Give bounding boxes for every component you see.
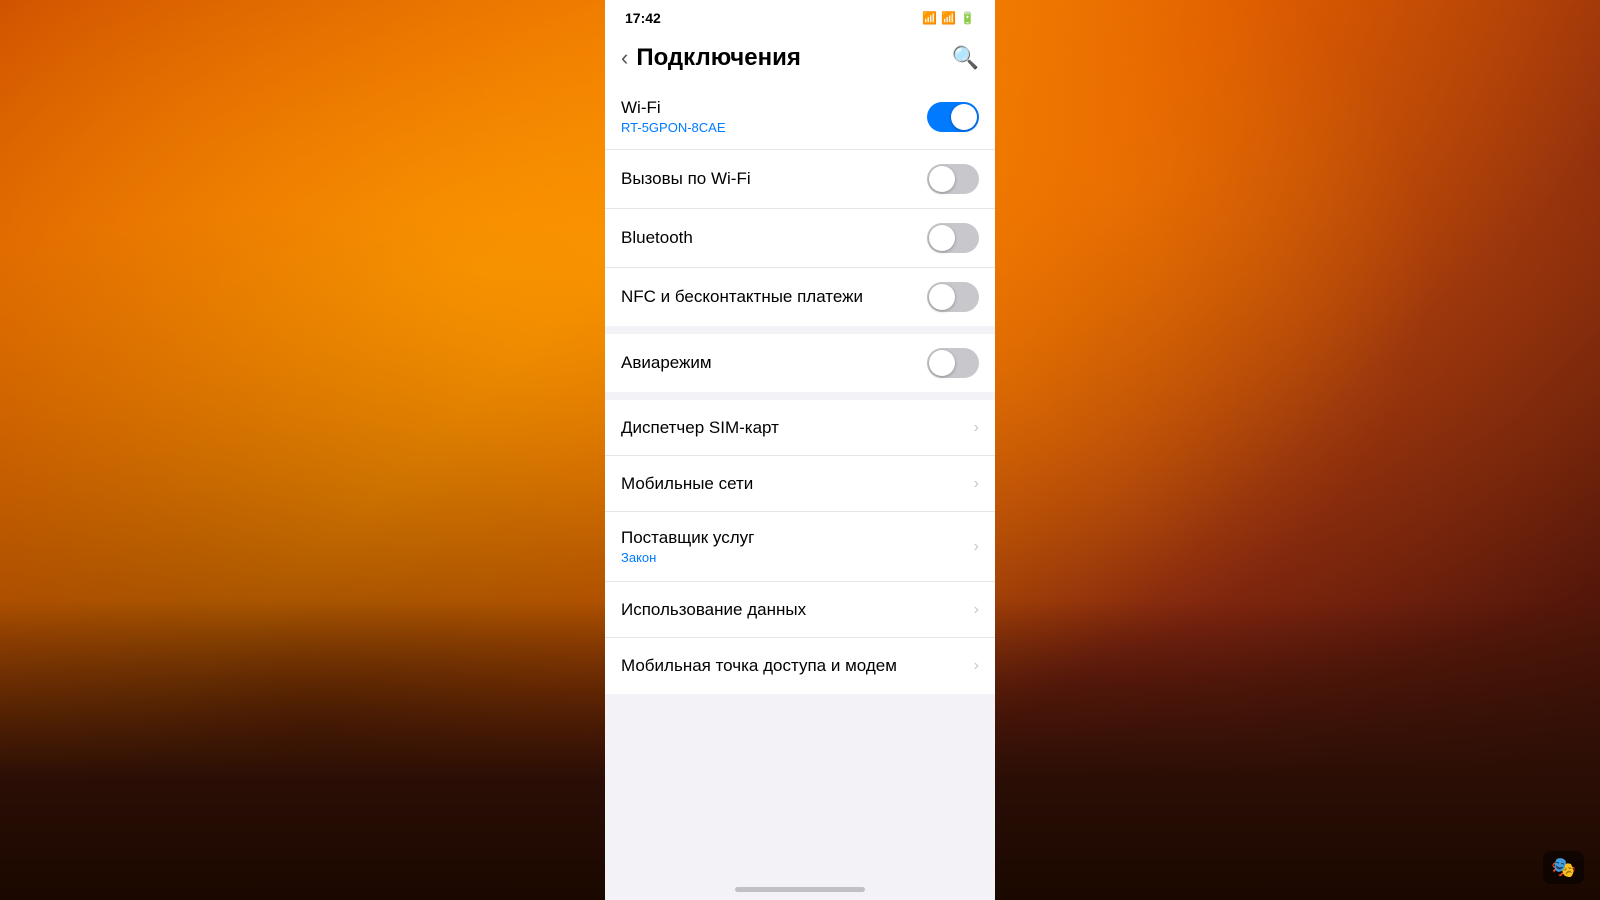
airplane-toggle[interactable] (927, 348, 979, 378)
bluetooth-toggle-thumb (929, 225, 955, 251)
watermark: 🎭 (1543, 851, 1584, 884)
data-usage-chevron: › (974, 601, 979, 619)
wifi-icon: 📶 (922, 11, 937, 25)
phone-screen: 17:42 📶 📶 🔋 ‹ Подключения 🔍 Wi-Fi RT-5GP… (605, 0, 995, 900)
wifi-label-wrap: Wi-Fi RT-5GPON-8CAE (621, 98, 927, 135)
bluetooth-item[interactable]: Bluetooth (605, 209, 995, 268)
wifi-toggle-thumb (951, 104, 977, 130)
wifi-calls-item[interactable]: Вызовы по Wi-Fi (605, 150, 995, 209)
status-bar: 17:42 📶 📶 🔋 (605, 0, 995, 36)
search-button[interactable]: 🔍 (952, 45, 979, 71)
airplane-label: Авиарежим (621, 353, 927, 373)
airplane-label-wrap: Авиарежим (621, 353, 927, 373)
hotspot-label-wrap: Мобильная точка доступа и модем (621, 656, 974, 676)
wifi-toggle[interactable] (927, 102, 979, 132)
nfc-item[interactable]: NFC и бесконтактные платежи (605, 268, 995, 326)
mobile-networks-label-wrap: Мобильные сети (621, 474, 974, 494)
settings-group-2: Авиарежим (605, 334, 995, 392)
settings-group-1: Wi-Fi RT-5GPON-8CAE Вызовы по Wi-Fi (605, 84, 995, 326)
bluetooth-label-wrap: Bluetooth (621, 228, 927, 248)
header-left: ‹ Подключения (621, 44, 801, 72)
sim-manager-item[interactable]: Диспетчер SIM-карт › (605, 400, 995, 456)
data-usage-label: Использование данных (621, 600, 974, 620)
nfc-label-wrap: NFC и бесконтактные платежи (621, 287, 927, 307)
airplane-item[interactable]: Авиарежим (605, 334, 995, 392)
page-title: Подключения (636, 44, 801, 72)
bluetooth-label: Bluetooth (621, 228, 927, 248)
wifi-calls-label-wrap: Вызовы по Wi-Fi (621, 169, 927, 189)
nfc-toggle[interactable] (927, 282, 979, 312)
service-provider-label-wrap: Поставщик услуг Закон (621, 528, 974, 565)
data-usage-item[interactable]: Использование данных › (605, 582, 995, 638)
wifi-item[interactable]: Wi-Fi RT-5GPON-8CAE (605, 84, 995, 150)
wifi-label: Wi-Fi (621, 98, 927, 118)
service-provider-label: Поставщик услуг (621, 528, 974, 548)
hotspot-chevron: › (974, 657, 979, 675)
watermark-icon: 🎭 (1551, 857, 1576, 879)
battery-icon: 🔋 (960, 11, 975, 25)
service-provider-item[interactable]: Поставщик услуг Закон › (605, 512, 995, 582)
wifi-calls-label: Вызовы по Wi-Fi (621, 169, 927, 189)
data-usage-label-wrap: Использование данных (621, 600, 974, 620)
settings-list: Wi-Fi RT-5GPON-8CAE Вызовы по Wi-Fi (605, 84, 995, 702)
back-button[interactable]: ‹ (621, 47, 628, 69)
wifi-calls-toggle-thumb (929, 166, 955, 192)
service-provider-sublabel: Закон (621, 550, 974, 565)
sim-manager-chevron: › (974, 419, 979, 437)
service-provider-chevron: › (974, 538, 979, 556)
status-time: 17:42 (625, 10, 661, 26)
nfc-label: NFC и бесконтактные платежи (621, 287, 927, 307)
mobile-networks-chevron: › (974, 475, 979, 493)
page-header: ‹ Подключения 🔍 (605, 36, 995, 84)
signal-icon: 📶 (941, 11, 956, 25)
wifi-calls-toggle[interactable] (927, 164, 979, 194)
settings-group-3: Диспетчер SIM-карт › Мобильные сети › По… (605, 400, 995, 694)
hotspot-label: Мобильная точка доступа и модем (621, 656, 974, 676)
mobile-networks-label: Мобильные сети (621, 474, 974, 494)
hotspot-item[interactable]: Мобильная точка доступа и модем › (605, 638, 995, 694)
wifi-sublabel: RT-5GPON-8CAE (621, 120, 927, 135)
sim-manager-label: Диспетчер SIM-карт (621, 418, 974, 438)
mobile-networks-item[interactable]: Мобильные сети › (605, 456, 995, 512)
home-indicator (735, 887, 865, 892)
sim-manager-label-wrap: Диспетчер SIM-карт (621, 418, 974, 438)
airplane-toggle-thumb (929, 350, 955, 376)
bluetooth-toggle[interactable] (927, 223, 979, 253)
status-icons: 📶 📶 🔋 (922, 11, 975, 25)
nfc-toggle-thumb (929, 284, 955, 310)
